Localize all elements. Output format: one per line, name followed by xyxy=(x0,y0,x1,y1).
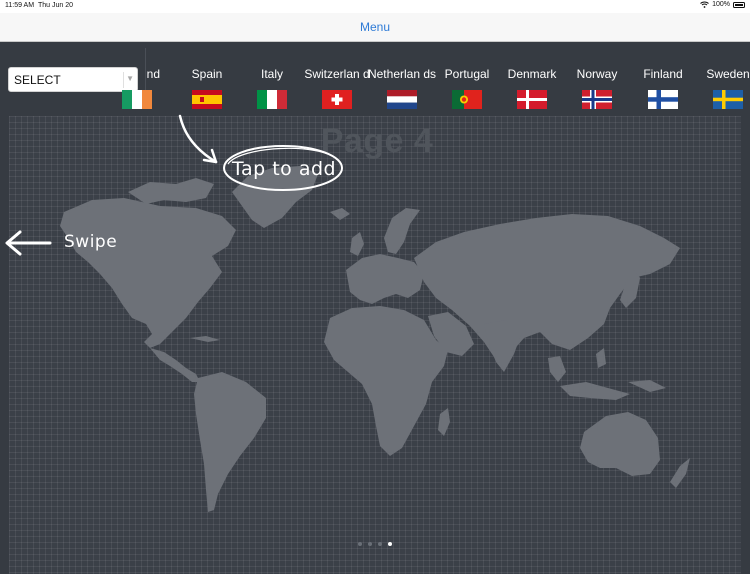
flag-label: Switzerlan d xyxy=(304,66,370,81)
flag-label: Spain xyxy=(191,66,223,81)
portugal-flag-icon xyxy=(452,90,482,109)
norway-flag-icon xyxy=(582,90,612,109)
flag-item-switzerland[interactable]: Switzerlan d xyxy=(302,60,372,109)
south-america-shape xyxy=(194,372,266,512)
status-time: 11:59 AM xyxy=(5,2,35,9)
page-dot-active[interactable] xyxy=(388,542,392,546)
wifi-icon xyxy=(700,1,709,8)
flag-item-spain[interactable]: Spain xyxy=(172,60,242,109)
flag-label: Norway xyxy=(576,66,618,81)
arrow-left-icon xyxy=(5,230,52,256)
philippines-shape xyxy=(596,348,606,368)
spain-flag-icon xyxy=(192,90,222,109)
indonesia-shape xyxy=(560,382,630,400)
flag-item-italy[interactable]: Italy xyxy=(237,60,307,109)
flag-label: Sweden xyxy=(706,66,750,81)
australia-shape xyxy=(580,412,660,476)
denmark-flag-icon xyxy=(517,90,547,109)
arctic-islands-shape xyxy=(128,178,214,204)
iceland-shape xyxy=(330,208,350,220)
madagascar-shape xyxy=(438,408,450,436)
central-america-shape xyxy=(150,348,200,382)
world-map[interactable] xyxy=(0,42,750,562)
page-dot[interactable] xyxy=(378,542,382,546)
flag-label: Netherlan ds xyxy=(367,66,437,81)
flag-item-denmark[interactable]: Denmark xyxy=(497,60,567,109)
caribbean-shape xyxy=(190,336,220,342)
flag-item-sweden[interactable]: Sweden xyxy=(693,60,750,109)
select-value: SELECT xyxy=(14,73,61,87)
page-indicator[interactable] xyxy=(0,542,750,546)
menu-button[interactable]: Menu xyxy=(360,20,390,34)
new-guinea-shape xyxy=(628,380,666,392)
flag-item-norway[interactable]: Norway xyxy=(562,60,632,109)
africa-shape xyxy=(324,306,448,456)
scandinavia-shape xyxy=(384,208,420,254)
europe-shape xyxy=(346,254,424,304)
southeast-asia-shape xyxy=(548,356,566,382)
finland-flag-icon xyxy=(648,90,678,109)
flag-item-ireland[interactable]: nd xyxy=(116,60,176,109)
italy-flag-icon xyxy=(257,90,287,109)
india-shape xyxy=(484,320,522,372)
flag-item-finland[interactable]: Finland xyxy=(628,60,698,109)
ireland-flag-icon xyxy=(122,90,152,109)
flag-label: Denmark xyxy=(507,66,557,81)
status-date: Thu Jun 20 xyxy=(38,2,74,9)
flag-item-netherlands[interactable]: Netherlan ds xyxy=(367,60,437,109)
main-area[interactable]: Page 4 SELECT ▼ nd Spain Italy Switzerla… xyxy=(0,42,750,574)
status-right: 100% xyxy=(700,1,745,8)
north-america-shape xyxy=(60,198,236,348)
flag-label: Portugal xyxy=(444,66,490,81)
swipe-hint-label: Swipe xyxy=(64,232,118,252)
sweden-flag-icon xyxy=(713,90,743,109)
status-bar: 11:59 AM Thu Jun 20 100% xyxy=(0,0,750,13)
new-zealand-shape xyxy=(670,458,690,488)
flag-label: Italy xyxy=(260,66,283,81)
page-dot[interactable] xyxy=(358,542,362,546)
switzerland-flag-icon xyxy=(322,90,352,109)
uk-shape xyxy=(350,232,364,256)
battery-percent: 100% xyxy=(712,1,730,8)
tap-hint-label: Tap to add xyxy=(232,158,337,180)
flag-label: Finland xyxy=(643,66,683,81)
flag-label: nd xyxy=(146,66,160,81)
nav-bar: Menu xyxy=(0,13,750,42)
flag-item-portugal[interactable]: Portugal xyxy=(432,60,502,109)
battery-icon xyxy=(733,1,745,8)
page-dot[interactable] xyxy=(368,542,372,546)
netherlands-flag-icon xyxy=(387,90,417,109)
